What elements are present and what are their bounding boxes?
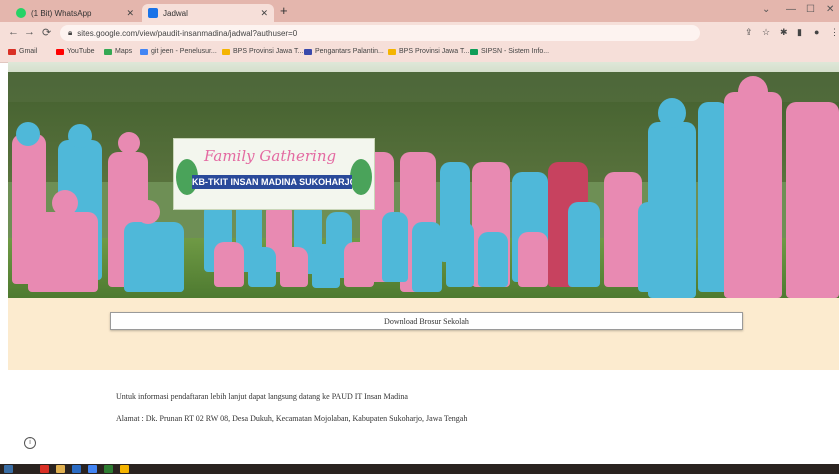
person-figure — [280, 247, 308, 287]
bookmark-label: YouTube — [67, 48, 95, 55]
os-taskbar — [0, 464, 839, 474]
bookmark-sipsn[interactable]: SIPSN - Sistem Info... — [470, 48, 549, 55]
youtube-icon — [56, 48, 64, 55]
bookmark-youtube[interactable]: YouTube — [56, 48, 95, 55]
sipsn-icon — [470, 48, 478, 55]
google-sites-icon — [148, 8, 158, 18]
back-icon[interactable]: ← — [8, 26, 19, 38]
maps-icon — [104, 48, 112, 55]
close-tab-icon[interactable]: ✕ — [260, 8, 268, 19]
bookmark-label: SIPSN - Sistem Info... — [481, 48, 550, 55]
browser-toolbar: ← → ⟳ 🔒︎ sites.google.com/view/paudit-in… — [0, 22, 839, 44]
bookmarks-bar: Gmail YouTube Maps git jeen - Penelusur.… — [0, 44, 839, 63]
download-section — [8, 298, 839, 370]
browser-tab-strip: (1 Bit) WhatsApp ✕ Jadwal ✕ + ⌄ — ☐ ✕ — [0, 0, 839, 22]
address-text: Alamat : Dk. Prunan RT 02 RW 08, Desa Du… — [116, 414, 468, 423]
download-brochure-button[interactable]: Download Brosur Sekolah — [110, 312, 743, 330]
person-head — [16, 122, 40, 146]
bookmark-label: BPS Provinsi Jawa T... — [233, 48, 304, 55]
minimize-button[interactable]: — — [786, 4, 796, 15]
person-figure — [724, 92, 782, 298]
person-figure — [158, 252, 184, 292]
document-icon — [304, 48, 312, 55]
person-head — [738, 76, 768, 108]
person-figure — [446, 222, 474, 287]
person-figure — [478, 232, 508, 287]
person-figure — [312, 244, 340, 288]
app-icon[interactable] — [72, 465, 81, 473]
banner-subtitle: KB-TKIT INSAN MADINA SUKOHARJO — [192, 175, 352, 189]
bookmark-bps-1[interactable]: BPS Provinsi Jawa T... — [222, 48, 303, 55]
chevron-down-icon[interactable]: ⌄ — [762, 4, 770, 15]
person-figure — [248, 247, 276, 287]
registration-info-text: Untuk informasi pendaftaran lebih lanjut… — [116, 392, 408, 401]
gmail-icon — [8, 48, 16, 55]
app-icon[interactable] — [40, 465, 49, 473]
share-icon[interactable]: ⇪ — [745, 27, 753, 38]
reload-icon[interactable]: ⟳ — [42, 26, 51, 39]
maximize-button[interactable]: ☐ — [806, 4, 815, 15]
windows-start-icon[interactable] — [4, 465, 13, 473]
bookmark-label: Maps — [115, 48, 133, 55]
star-icon[interactable]: ☆ — [762, 27, 770, 38]
tab-title: Jadwal — [163, 8, 188, 18]
person-figure — [382, 212, 408, 282]
leaf-icon — [350, 159, 372, 195]
bps-icon — [388, 48, 396, 55]
person-figure — [28, 212, 98, 292]
scholar-icon — [140, 48, 148, 55]
person-figure — [648, 122, 696, 298]
person-figure — [786, 102, 839, 298]
person-head — [68, 124, 92, 148]
banner-title: Family Gathering — [204, 147, 337, 165]
bookmark-label: BPS Provinsi Jawa T... — [399, 48, 470, 55]
tab-title: (1 Bit) WhatsApp — [31, 8, 92, 18]
chrome-icon[interactable] — [88, 465, 97, 473]
forward-icon[interactable]: → — [24, 26, 35, 38]
url-text: sites.google.com/view/paudit-insanmadina… — [77, 28, 298, 38]
person-head — [118, 132, 140, 154]
address-bar[interactable]: 🔒︎ sites.google.com/view/paudit-insanmad… — [60, 25, 700, 41]
bookmark-label: Pengantars Palantin... — [315, 48, 384, 55]
profile-icon[interactable]: ● — [814, 27, 819, 37]
close-tab-icon[interactable]: ✕ — [126, 8, 134, 19]
tab-whatsapp[interactable]: (1 Bit) WhatsApp ✕ — [10, 4, 140, 22]
person-head — [52, 190, 78, 216]
bookmark-maps[interactable]: Maps — [104, 48, 132, 55]
person-figure — [214, 242, 244, 287]
whatsapp-icon — [16, 8, 26, 18]
bookmark-label: git jeen - Penelusur... — [151, 48, 217, 55]
menu-icon[interactable]: ⋮ — [830, 27, 839, 38]
sidebar-icon[interactable]: ▮ — [797, 27, 802, 38]
bookmark-label: Gmail — [19, 48, 38, 55]
person-figure — [604, 172, 642, 287]
app-icon[interactable] — [120, 465, 129, 473]
bookmark-pengantar[interactable]: Pengantars Palantin... — [304, 48, 384, 55]
new-tab-button[interactable]: + — [280, 4, 288, 18]
tab-jadwal[interactable]: Jadwal ✕ — [142, 4, 274, 22]
bookmark-bps-2[interactable]: BPS Provinsi Jawa T... — [388, 48, 469, 55]
event-banner: Family Gathering KB-TKIT INSAN MADINA SU… — [173, 138, 375, 210]
folder-icon[interactable] — [56, 465, 65, 473]
info-icon[interactable]: i — [24, 437, 36, 449]
person-head — [658, 98, 686, 128]
family-gathering-photo: Family Gathering KB-TKIT INSAN MADINA SU… — [8, 62, 839, 298]
person-figure — [568, 202, 600, 287]
app-icon[interactable] — [104, 465, 113, 473]
extensions-icon[interactable]: ✱ — [780, 27, 788, 38]
lock-icon: 🔒︎ — [68, 28, 73, 37]
bps-icon — [222, 48, 230, 55]
close-window-button[interactable]: ✕ — [826, 4, 834, 15]
person-figure — [412, 222, 442, 292]
person-head — [136, 200, 160, 224]
person-figure — [518, 232, 548, 287]
bookmark-gmail[interactable]: Gmail — [8, 48, 37, 55]
bookmark-scholar[interactable]: git jeen - Penelusur... — [140, 48, 217, 55]
